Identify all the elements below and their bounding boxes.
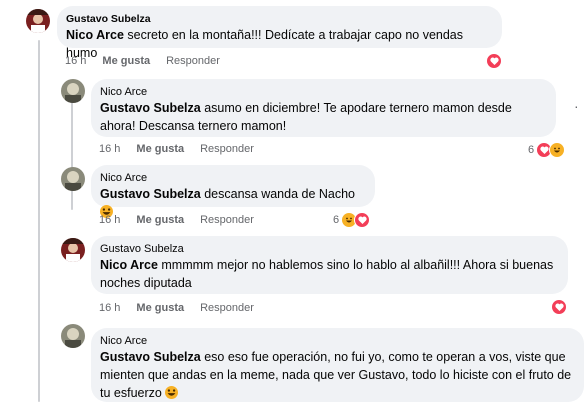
reaction-summary[interactable]: 6 (528, 142, 566, 158)
avatar[interactable] (26, 9, 50, 33)
timestamp[interactable]: 16 h (99, 302, 120, 314)
comment-author[interactable]: Nico Arce (100, 334, 575, 348)
avatar[interactable] (61, 238, 85, 262)
comment-actions: 16 h Me gusta Responder (99, 143, 254, 155)
comment-author[interactable]: Gustavo Subelza (100, 242, 559, 256)
timestamp[interactable]: 16 h (99, 143, 120, 155)
reaction-count: 6 (333, 214, 340, 226)
mention-link[interactable]: Gustavo Subelza (100, 101, 201, 115)
comment-actions: 16 h Me gusta Responder (99, 214, 254, 226)
comment-author[interactable]: Gustavo Subelza (66, 12, 493, 26)
avatar[interactable] (61, 79, 85, 103)
reply-button[interactable]: Responder (200, 302, 254, 314)
mention-link[interactable]: Nico Arce (66, 28, 124, 42)
like-button[interactable]: Me gusta (136, 302, 184, 314)
haha-reaction-icon (549, 142, 566, 158)
comment-bubble: Gustavo Subelza Nico Arce secreto en la … (57, 6, 502, 60)
avatar[interactable] (61, 167, 85, 191)
comment-bubble: Nico Arce Gustavo Subelza descansa wanda… (91, 165, 375, 218)
mention-link[interactable]: Gustavo Subelza (100, 187, 201, 201)
thread-line (38, 40, 40, 402)
laughing-emoji-icon (165, 386, 179, 399)
like-button[interactable]: Me gusta (102, 55, 150, 67)
avatar[interactable] (61, 324, 85, 348)
comment-author[interactable]: Nico Arce (100, 85, 547, 99)
like-button[interactable]: Me gusta (136, 143, 184, 155)
reply-button[interactable]: Responder (166, 55, 220, 67)
reaction-count: 6 (528, 144, 535, 156)
thread-line (71, 100, 73, 210)
heart-reaction-icon (354, 212, 371, 228)
reaction-summary[interactable] (551, 299, 567, 315)
comment-bubble: Gustavo Subelza Nico Arce mmmmm mejor no… (91, 236, 568, 294)
timestamp[interactable]: 16 h (99, 214, 120, 226)
mention-link[interactable]: Nico Arce (100, 258, 158, 272)
reaction-summary[interactable]: 6 (333, 212, 371, 228)
mention-link[interactable]: Gustavo Subelza (100, 350, 201, 364)
more-options-icon[interactable]: · (574, 98, 579, 114)
comment-actions: 16 h Me gusta Responder (65, 55, 220, 67)
reply-button[interactable]: Responder (200, 214, 254, 226)
reply-button[interactable]: Responder (200, 143, 254, 155)
comment-bubble: Nico Arce Gustavo Subelza eso eso fue op… (91, 328, 584, 402)
heart-reaction-icon (551, 299, 567, 315)
heart-reaction-icon (486, 53, 502, 69)
comment-bubble: Nico Arce Gustavo Subelza asumo en dicie… (91, 79, 556, 137)
comment-text: descansa wanda de Nacho (200, 187, 356, 201)
reaction-summary[interactable] (486, 53, 502, 69)
comment-actions: 16 h Me gusta Responder (99, 302, 254, 314)
like-button[interactable]: Me gusta (136, 214, 184, 226)
comment-text: mmmmm mejor no hablemos sino lo hablo al… (100, 258, 554, 290)
comment-author[interactable]: Nico Arce (100, 171, 366, 185)
timestamp[interactable]: 16 h (65, 55, 86, 67)
